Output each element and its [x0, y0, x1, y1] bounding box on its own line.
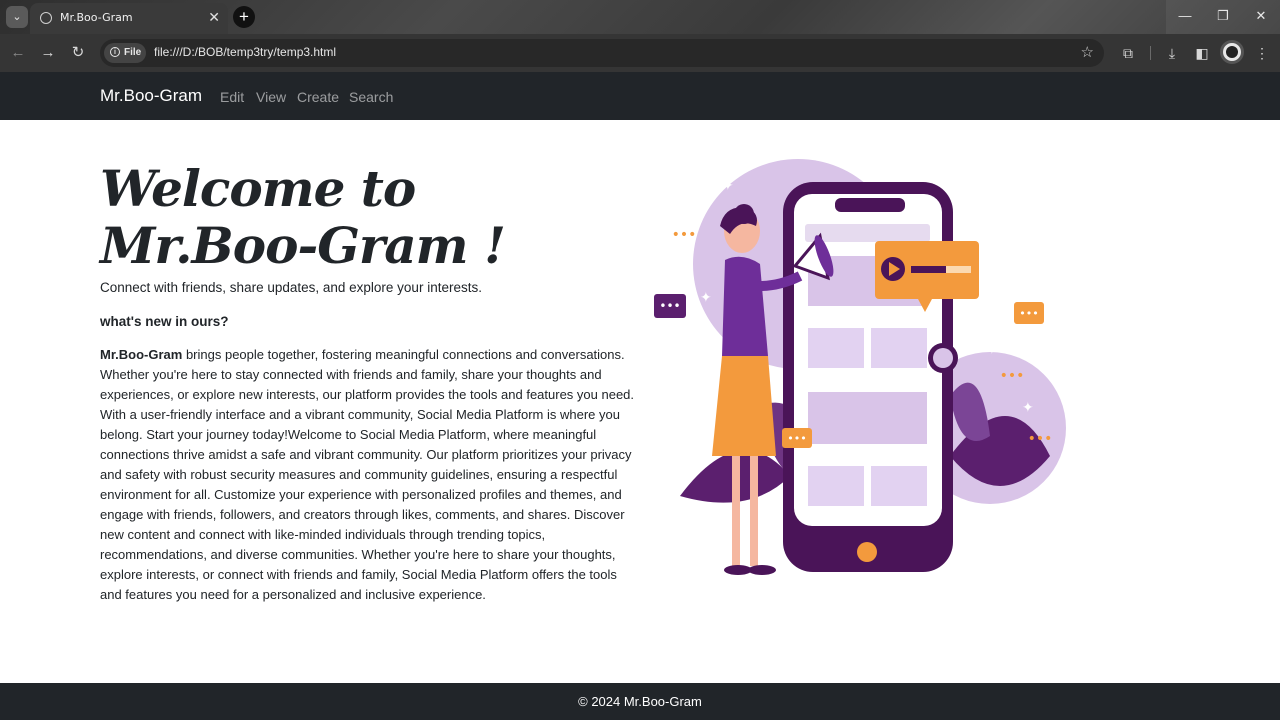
- site-navbar: Mr.Boo-Gram Edit View Create Search: [0, 72, 1280, 120]
- section-subheading: what's new in ours?: [100, 314, 229, 329]
- intro-body: brings people together, fostering meanin…: [100, 347, 635, 602]
- svg-text:•••: •••: [672, 227, 697, 243]
- title-line-2: Mr.Boo-Gram !: [100, 216, 506, 275]
- intro-brand-bold: Mr.Boo-Gram: [100, 347, 183, 362]
- svg-text:•••: •••: [787, 432, 806, 445]
- side-panel-icon[interactable]: ◧: [1192, 43, 1212, 63]
- close-window-button[interactable]: ✕: [1242, 0, 1280, 34]
- back-arrow-icon[interactable]: ←: [8, 43, 28, 63]
- svg-text:•••: •••: [659, 299, 680, 313]
- minimize-button[interactable]: —: [1166, 0, 1204, 34]
- svg-text:•••: •••: [1028, 431, 1053, 447]
- svg-text:✦: ✦: [722, 178, 734, 194]
- intro-paragraph: Mr.Boo-Gram brings people together, fost…: [100, 345, 635, 605]
- social-media-illustration: ••• ••• ••• ••• ••• ••• ✦ ✦ ✦ ✦: [654, 159, 1066, 575]
- svg-text:✦: ✦: [986, 342, 998, 358]
- page-title: Welcome to Mr.Boo-Gram !: [100, 160, 640, 274]
- menu-kebab-icon[interactable]: ⋮: [1252, 43, 1272, 63]
- reload-icon[interactable]: ↻: [68, 43, 88, 63]
- svg-text:✦: ✦: [700, 290, 712, 306]
- nav-link-create[interactable]: Create: [297, 89, 339, 105]
- bookmark-star-icon[interactable]: ☆: [1081, 43, 1094, 61]
- title-line-1: Welcome to: [100, 159, 416, 218]
- lead-text: Connect with friends, share updates, and…: [100, 280, 482, 295]
- restore-button[interactable]: ❐: [1204, 0, 1242, 34]
- page-footer: © 2024 Mr.Boo-Gram: [0, 683, 1280, 720]
- toolbar-divider: [1150, 46, 1151, 60]
- close-tab-icon[interactable]: ✕: [208, 9, 220, 26]
- tab-title: Mr.Boo-Gram: [60, 11, 133, 24]
- nav-link-edit[interactable]: Edit: [220, 89, 244, 105]
- browser-toolbar: ← → ↻ i File file:///D:/BOB/temp3try/temp…: [0, 34, 1280, 72]
- footer-copyright: © 2024 Mr.Boo-Gram: [578, 694, 702, 709]
- browser-tab-bar: ⌄ Mr.Boo-Gram ✕ + — ❐ ✕: [0, 0, 1280, 34]
- tab-search-button[interactable]: ⌄: [6, 6, 28, 28]
- address-bar[interactable]: i File file:///D:/BOB/temp3try/temp3.html…: [100, 39, 1104, 67]
- svg-text:•••: •••: [1019, 307, 1038, 320]
- profile-avatar[interactable]: [1220, 40, 1244, 64]
- nav-link-view[interactable]: View: [256, 89, 286, 105]
- browser-tab-active[interactable]: Mr.Boo-Gram ✕: [30, 3, 228, 34]
- extensions-icon[interactable]: ⧉: [1118, 43, 1138, 63]
- svg-text:•••: •••: [1000, 368, 1025, 384]
- svg-text:✦: ✦: [1022, 400, 1034, 416]
- info-icon: i: [110, 47, 120, 58]
- globe-icon: [40, 12, 52, 24]
- navbar-brand[interactable]: Mr.Boo-Gram: [100, 86, 202, 106]
- download-icon[interactable]: ⤓: [1162, 43, 1182, 63]
- url-text[interactable]: file:///D:/BOB/temp3try/temp3.html: [154, 45, 336, 59]
- site-info-chip[interactable]: i File: [104, 43, 146, 63]
- nav-link-search[interactable]: Search: [349, 89, 393, 105]
- forward-arrow-icon[interactable]: →: [38, 43, 58, 63]
- new-tab-button[interactable]: +: [233, 6, 255, 28]
